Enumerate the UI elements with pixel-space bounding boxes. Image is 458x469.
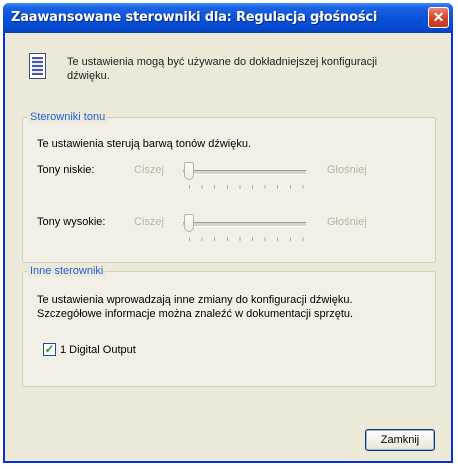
settings-sheet-icon <box>29 53 46 79</box>
tone-controls-group: Sterowniki tonu Te ustawienia sterują ba… <box>22 111 436 263</box>
dialog-window: Zaawansowane sterowniki dla: Regulacja g… <box>3 3 453 463</box>
checkmark-icon: ✓ <box>44 342 55 356</box>
bass-label: Tony niskie: <box>37 164 95 176</box>
treble-label: Tony wysokie: <box>37 216 106 228</box>
bass-slider-ticks <box>189 185 306 189</box>
bass-max-label: Głośniej <box>327 164 367 176</box>
close-icon[interactable]: ✕ <box>428 7 449 28</box>
treble-slider-ticks <box>189 237 306 241</box>
treble-min-label: Ciszej <box>134 216 164 228</box>
treble-slider-thumb[interactable] <box>184 214 194 232</box>
bass-slider-track[interactable] <box>183 170 306 175</box>
other-group-label: Inne sterowniki <box>28 265 106 277</box>
bass-min-label: Ciszej <box>134 164 164 176</box>
window-title: Zaawansowane sterowniki dla: Regulacja g… <box>11 10 378 25</box>
treble-max-label: Głośniej <box>327 216 367 228</box>
title-bar[interactable]: Zaawansowane sterowniki dla: Regulacja g… <box>3 3 453 33</box>
close-button[interactable]: Zamknij <box>365 429 435 451</box>
digital-output-label[interactable]: 1 Digital Output <box>60 344 136 356</box>
other-controls-group: Inne sterowniki Te ustawienia wprowadzaj… <box>22 265 436 387</box>
other-description-line1: Te ustawienia wprowadzają inne zmiany do… <box>37 294 353 306</box>
bass-slider-thumb[interactable] <box>184 162 194 180</box>
other-description-line2: Szczegółowe informacje można znaleźć w d… <box>37 308 354 320</box>
tone-description: Te ustawienia sterują barwą tonów dźwięk… <box>37 138 252 150</box>
treble-slider-track[interactable] <box>183 222 306 227</box>
digital-output-checkbox[interactable]: ✓ <box>43 343 56 356</box>
info-text: Te ustawienia mogą być używane do dokład… <box>67 56 378 82</box>
tone-group-label: Sterowniki tonu <box>28 111 108 123</box>
